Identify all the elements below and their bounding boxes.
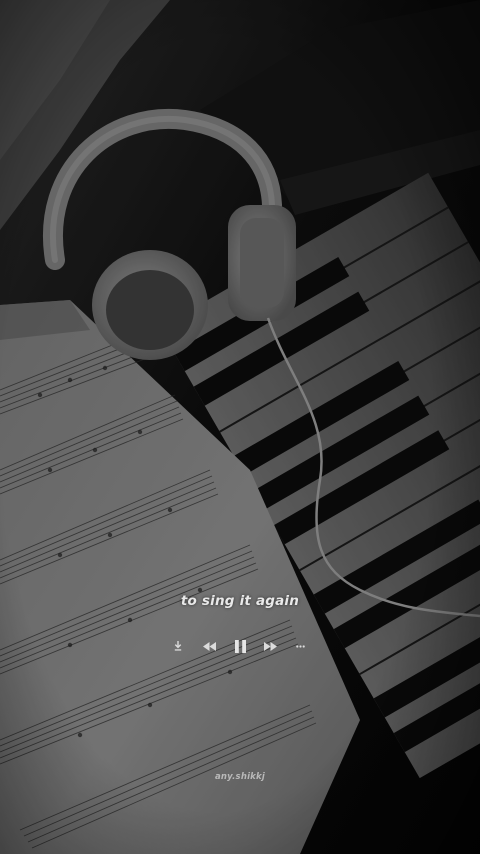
rewind-icon[interactable]	[198, 636, 220, 656]
lyric-text: to sing it again	[180, 593, 300, 609]
download-icon[interactable]	[170, 636, 186, 656]
watermark-text: any.shikkj	[214, 772, 266, 782]
more-icon[interactable]	[292, 636, 308, 656]
fast-forward-icon[interactable]	[259, 636, 281, 656]
background-dim-overlay	[0, 0, 480, 854]
player-controls	[0, 636, 480, 656]
pause-icon[interactable]	[229, 636, 251, 656]
